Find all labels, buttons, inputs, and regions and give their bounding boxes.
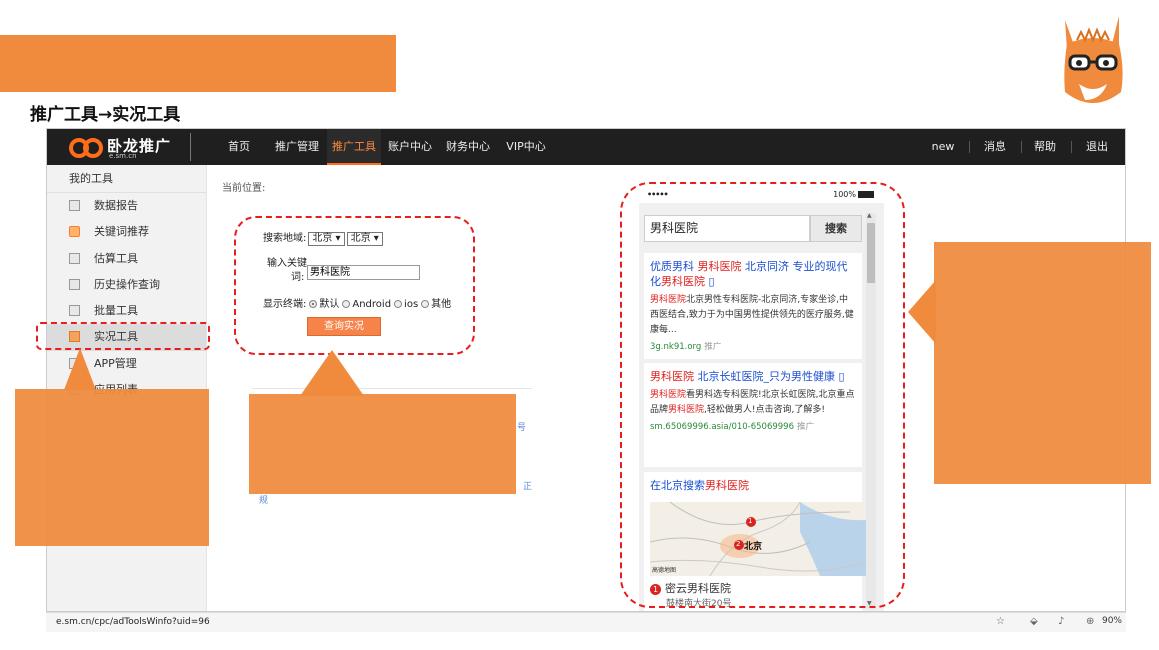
batch-icon	[69, 305, 80, 317]
text-fragment: 正	[523, 482, 533, 492]
report-icon	[69, 200, 80, 211]
sidebar-item-label: 数据报告	[94, 199, 138, 212]
nav-promotion-tools[interactable]: 推广工具	[327, 129, 381, 165]
text-fragment: 规	[259, 496, 269, 506]
sidebar-callout-pointer	[64, 348, 96, 390]
nav-separator	[1021, 141, 1022, 153]
preview-callout-pointer	[908, 280, 936, 344]
sidebar-item-label: 关键词推荐	[94, 225, 149, 239]
brand-logo[interactable]: 卧龙推广 e.sm.cn	[69, 135, 189, 161]
nav-logout[interactable]: 退出	[1079, 129, 1115, 165]
nav-new[interactable]: new	[925, 129, 961, 165]
nav-vip-center[interactable]: VIP中心	[501, 129, 551, 165]
browser-status-bar: e.sm.cn/cpc/adToolsWinfo?uid=96 ☆ ⬙ ♪ ⊕ …	[46, 612, 1126, 632]
zoom-icon[interactable]: ⊕	[1086, 616, 1094, 627]
logo-mark-icon	[69, 138, 103, 158]
form-highlight-annotation	[234, 216, 475, 355]
content-divider	[252, 388, 532, 389]
form-callout-pointer	[300, 350, 364, 396]
sidebar-item-label: 批量工具	[94, 304, 138, 318]
favorite-icon[interactable]: ☆	[996, 616, 1005, 627]
llama-mascot-icon	[1064, 16, 1123, 103]
status-url: e.sm.cn/cpc/adToolsWinfo?uid=96	[56, 617, 210, 627]
nav-separator	[1071, 141, 1072, 153]
nav-messages[interactable]: 消息	[977, 129, 1013, 165]
nav-finance-center[interactable]: 财务中心	[443, 129, 493, 165]
nav-account-center[interactable]: 账户中心	[385, 129, 435, 165]
header-accent-bar	[0, 35, 396, 92]
nav-help[interactable]: 帮助	[1027, 129, 1063, 165]
sidebar-item-estimate-tool[interactable]: 估算工具	[47, 246, 206, 272]
logo-domain: e.sm.cn	[109, 152, 137, 160]
text-fragment: 号	[517, 423, 527, 433]
slide-title: 推广工具→实况工具	[30, 105, 181, 125]
history-icon	[69, 278, 80, 290]
nav-separator	[969, 141, 970, 153]
sound-icon[interactable]: ♪	[1058, 616, 1064, 627]
nav-home[interactable]: 首页	[217, 129, 261, 165]
sidebar-item-history-query[interactable]: 历史操作查询	[47, 272, 206, 298]
security-icon: ⬙	[1030, 616, 1038, 627]
sidebar-callout-box	[15, 389, 209, 546]
top-navigation: 卧龙推广 e.sm.cn 首页 推广管理 推广工具 账户中心 财务中心 VIP中…	[47, 129, 1125, 165]
sidebar-item-keyword-recommend[interactable]: 关键词推荐	[47, 219, 206, 245]
sidebar-item-data-report[interactable]: 数据报告	[47, 193, 206, 219]
keyword-icon	[69, 226, 80, 238]
sidebar-item-label: 历史操作查询	[94, 277, 160, 291]
form-callout-box	[249, 394, 516, 494]
calculator-icon	[69, 252, 80, 264]
sidebar-item-label: APP管理	[94, 356, 137, 370]
nav-campaign-management[interactable]: 推广管理	[269, 129, 325, 165]
preview-callout-box	[934, 242, 1151, 484]
preview-highlight-annotation	[620, 182, 905, 608]
logo-divider	[190, 133, 191, 161]
breadcrumb: 当前位置:	[222, 183, 266, 194]
sidebar-header: 我的工具	[47, 165, 206, 193]
sidebar-item-label: 估算工具	[94, 251, 138, 265]
zoom-level[interactable]: 90%	[1102, 616, 1122, 626]
sidebar-item-batch-tool[interactable]: 批量工具	[47, 298, 206, 324]
